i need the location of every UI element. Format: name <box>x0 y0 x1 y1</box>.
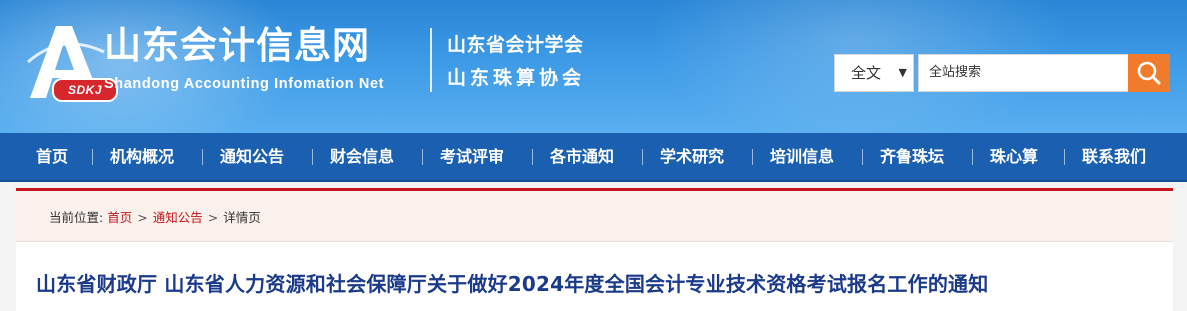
site-title[interactable]: 山东会计信息网 <box>104 24 370 68</box>
header-divider <box>430 28 432 92</box>
search-icon <box>1137 61 1161 85</box>
nav-item-home[interactable]: 首页 <box>36 133 68 180</box>
breadcrumb-separator: > <box>137 210 148 225</box>
nav-divider <box>422 149 423 165</box>
site-logo[interactable]: SDKJ <box>22 22 118 102</box>
nav-divider <box>202 149 203 165</box>
nav-divider <box>312 149 313 165</box>
search-scope-select[interactable]: 全文 ▼ <box>834 54 914 92</box>
nav-divider <box>642 149 643 165</box>
nav-item-mental-abacus[interactable]: 珠心算 <box>990 133 1038 180</box>
breadcrumb-bar: 当前位置: 首页 > 通知公告 > 详情页 <box>16 191 1173 242</box>
nav-divider <box>1064 149 1065 165</box>
breadcrumb-prefix: 当前位置: <box>49 210 104 225</box>
breadcrumb-current: 详情页 <box>223 210 261 225</box>
breadcrumb-notices-link[interactable]: 通知公告 <box>153 210 203 225</box>
association-name: 山东省会计学会 <box>447 34 584 56</box>
search-scope-value: 全文 <box>851 64 882 82</box>
breadcrumb: 当前位置: 首页 > 通知公告 > 详情页 <box>49 207 261 226</box>
nav-divider <box>752 149 753 165</box>
nav-item-training[interactable]: 培训信息 <box>770 133 834 180</box>
nav-divider <box>532 149 533 165</box>
site-subtitle: Shandong Accounting Infomation Net <box>104 76 385 92</box>
nav-divider <box>972 149 973 165</box>
chevron-down-icon: ▼ <box>898 66 907 79</box>
nav-item-contact[interactable]: 联系我们 <box>1082 133 1146 180</box>
content-panel: 当前位置: 首页 > 通知公告 > 详情页 山东省财政厅 山东省人力资源和社会保障厅关于… <box>16 188 1173 311</box>
breadcrumb-home-link[interactable]: 首页 <box>107 210 132 225</box>
association-name: 山东珠算协会 <box>447 67 586 89</box>
nav-item-city-notices[interactable]: 各市通知 <box>550 133 614 180</box>
nav-divider <box>92 149 93 165</box>
nav-item-notices[interactable]: 通知公告 <box>220 133 284 180</box>
article-title: 山东省财政厅 山东省人力资源和社会保障厅关于做好2024年度全国会计专业技术资格… <box>36 272 989 296</box>
nav-item-research[interactable]: 学术研究 <box>660 133 724 180</box>
site-header: SDKJ 山东会计信息网 Shandong Accounting Infomat… <box>0 0 1187 133</box>
nav-item-finance-info[interactable]: 财会信息 <box>330 133 394 180</box>
nav-item-qilu-forum[interactable]: 齐鲁珠坛 <box>880 133 944 180</box>
breadcrumb-separator: > <box>207 210 219 225</box>
main-nav: 首页 机构概况 通知公告 财会信息 考试评审 各市通知 学术研究 培训信息 齐鲁… <box>0 133 1187 182</box>
nav-item-exams[interactable]: 考试评审 <box>440 133 504 180</box>
search-button[interactable] <box>1128 54 1170 92</box>
search-input[interactable]: 全站搜索 <box>918 54 1130 92</box>
nav-divider <box>862 149 863 165</box>
nav-item-about[interactable]: 机构概况 <box>110 133 174 180</box>
